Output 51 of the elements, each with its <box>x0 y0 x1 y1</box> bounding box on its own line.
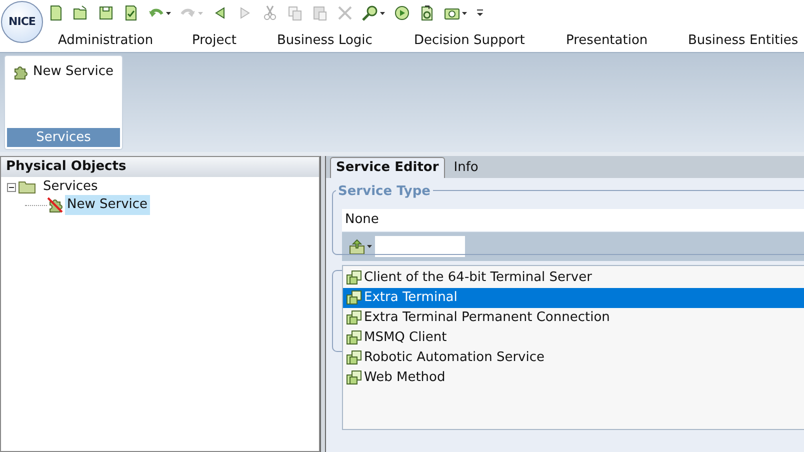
list-item[interactable]: Robotic Automation Service <box>343 348 804 368</box>
cubes-icon <box>346 290 362 306</box>
menu-tab[interactable]: Project <box>192 33 236 48</box>
save-icon[interactable] <box>98 5 114 21</box>
list-item-label: MSMQ Client <box>364 329 447 348</box>
list-item[interactable]: Extra Terminal Permanent Connection <box>343 308 804 328</box>
cubes-icon <box>346 330 362 346</box>
crossed-puzzle-icon <box>47 197 63 213</box>
cubes-icon <box>346 270 362 286</box>
tree-item[interactable]: Services <box>41 177 100 197</box>
overflow-icon[interactable] <box>476 8 484 18</box>
collapse-toggle[interactable] <box>7 182 16 192</box>
group-label: Services <box>7 128 120 147</box>
service-type-field[interactable]: None <box>342 209 804 231</box>
caret-icon[interactable] <box>166 12 171 14</box>
app-logo[interactable]: NICE <box>1 1 43 43</box>
cubes-icon <box>346 310 362 326</box>
folder-icon <box>18 180 36 194</box>
tab[interactable]: Info <box>448 157 484 178</box>
cubes-icon <box>346 350 362 366</box>
filter-field[interactable] <box>375 236 465 257</box>
open-folder-icon[interactable] <box>73 5 89 21</box>
folder-up-icon[interactable] <box>349 238 365 254</box>
list-item-label: Extra Terminal Permanent Connection <box>364 309 610 328</box>
new-document-icon[interactable] <box>48 5 64 21</box>
splitter[interactable] <box>320 156 326 452</box>
search-icon[interactable] <box>362 5 378 21</box>
menu-tab[interactable]: Presentation <box>566 33 648 48</box>
tree-item[interactable]: New Service <box>65 195 150 215</box>
caret-icon[interactable] <box>380 12 385 14</box>
puzzle-icon <box>12 64 28 80</box>
tab[interactable]: Service Editor <box>330 157 445 178</box>
list-item-label: Robotic Automation Service <box>364 349 544 368</box>
caret-icon[interactable] <box>462 12 467 14</box>
list-item[interactable]: Web Method <box>343 368 804 388</box>
new-service-button[interactable]: New Service <box>7 58 120 82</box>
checked-document-icon[interactable] <box>123 5 139 21</box>
menu-tab[interactable]: Administration <box>58 33 154 48</box>
menu-tab[interactable]: Business Entities <box>688 33 798 48</box>
menu-tab[interactable]: Business Logic <box>277 33 372 48</box>
play-icon[interactable] <box>394 5 410 21</box>
list-item-label: Extra Terminal <box>364 289 458 308</box>
panel-title: Physical Objects <box>1 157 319 177</box>
list-item-label: Web Method <box>364 369 446 388</box>
list-item[interactable]: Extra Terminal <box>343 288 804 308</box>
cubes-icon <box>346 370 362 386</box>
list-item[interactable]: MSMQ Client <box>343 328 804 348</box>
list-item[interactable]: Client of the 64-bit Terminal Server <box>343 268 804 288</box>
menu-tab[interactable]: Decision Support <box>414 33 525 48</box>
caret-icon[interactable] <box>367 245 372 248</box>
list-item-label: Client of the 64-bit Terminal Server <box>364 269 592 288</box>
